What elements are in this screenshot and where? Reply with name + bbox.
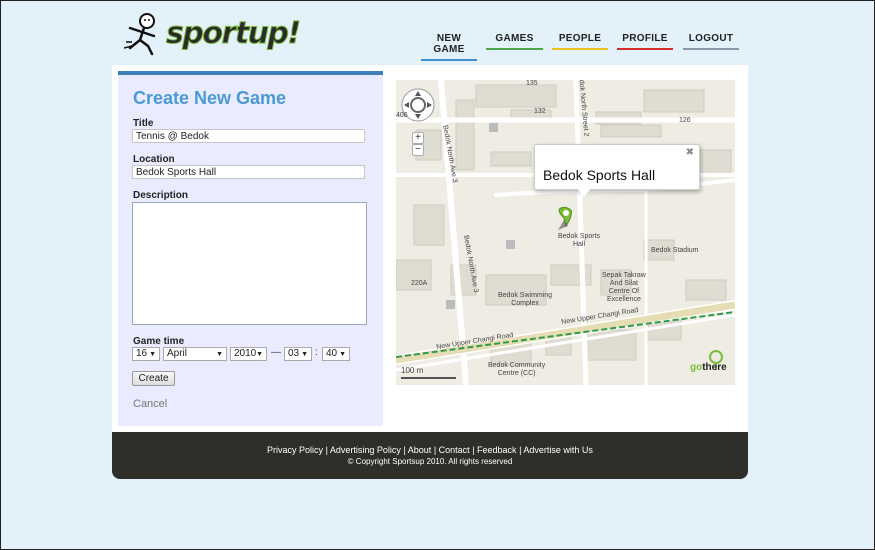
nav-games[interactable]: GAMES: [486, 33, 543, 50]
page-title: Create New Game: [133, 88, 287, 108]
map-label-community: Bedok Community Centre (CC): [488, 362, 546, 377]
hour-select[interactable]: 03 ▼: [284, 347, 312, 361]
chevron-down-icon: ▼: [301, 351, 308, 358]
footer-links: Privacy Policy | Advertising Policy | Ab…: [112, 445, 748, 455]
map-label-132: 132: [534, 108, 546, 115]
gothere-logo: gothere: [690, 362, 727, 373]
popup-title: Bedok Sports Hall: [543, 167, 656, 183]
minute-select[interactable]: 40 ▼: [322, 347, 350, 361]
date-time-separator: —: [271, 347, 281, 358]
cancel-link[interactable]: Cancel: [133, 398, 167, 410]
map-scale-label: 100 m: [401, 366, 424, 375]
minute-value: 40: [326, 348, 338, 359]
footer: Privacy Policy | Advertising Policy | Ab…: [112, 432, 748, 479]
footer-sep: |: [323, 445, 330, 455]
day-select[interactable]: 16 ▼: [132, 347, 160, 361]
map-label-sepak-takraw: Sepak Takraw And Silat Centre Of Excelle…: [602, 272, 646, 303]
create-button[interactable]: Create: [132, 371, 175, 386]
map-view[interactable]: + − 135 132 406 126 220A Bedok Sports Ha…: [396, 80, 735, 385]
zoom-out-button[interactable]: −: [412, 144, 424, 156]
description-label: Description: [133, 190, 189, 201]
map-label-stadium: Bedok Stadium: [651, 247, 699, 254]
map-label-135: 135: [526, 80, 538, 87]
nav-logout[interactable]: LOGOUT: [683, 33, 739, 50]
title-input[interactable]: [132, 129, 365, 143]
zoom-in-button[interactable]: +: [412, 132, 424, 144]
day-value: 16: [136, 348, 148, 359]
map-label-swimming: Bedok Swimming Complex: [498, 292, 553, 307]
hour-value: 03: [288, 348, 300, 359]
map-label-406: 406: [396, 112, 408, 119]
popup-pointer: [576, 187, 592, 197]
chevron-down-icon: ▼: [339, 351, 346, 358]
month-select[interactable]: April ▼: [163, 347, 227, 361]
map-label-220a: 220A: [411, 280, 428, 287]
gothere-there-text: there: [702, 362, 727, 373]
nav-people[interactable]: PEOPLE: [552, 33, 608, 50]
map-label-126: 126: [679, 117, 691, 124]
time-separator: :: [315, 347, 318, 358]
footer-sep: |: [400, 445, 408, 455]
description-textarea[interactable]: [132, 202, 367, 325]
year-value: 2010: [234, 348, 257, 359]
nav-new-game[interactable]: NEW GAME: [421, 33, 477, 61]
gothere-go-text: go: [690, 362, 703, 373]
footer-link-advertise[interactable]: Advertise with Us: [523, 445, 593, 455]
main-nav: NEW GAME GAMES PEOPLE PROFILE LOGOUT: [0, 33, 875, 61]
chevron-down-icon: ▼: [256, 351, 263, 358]
location-label: Location: [133, 154, 175, 165]
footer-link-feedback[interactable]: Feedback: [477, 445, 517, 455]
footer-link-about[interactable]: About: [408, 445, 432, 455]
footer-sep: |: [469, 445, 478, 455]
title-label: Title: [133, 118, 154, 129]
map-label-sports-hall: Bedok Sports Hall: [558, 233, 601, 248]
footer-sep: |: [431, 445, 439, 455]
chevron-down-icon: ▼: [149, 351, 156, 358]
footer-link-contact[interactable]: Contact: [439, 445, 470, 455]
copyright: © Copyright Sportsup 2010. All rights re…: [347, 457, 513, 466]
chevron-down-icon: ▼: [216, 351, 223, 358]
footer-link-advertising-policy[interactable]: Advertising Policy: [330, 445, 401, 455]
footer-link-privacy[interactable]: Privacy Policy: [267, 445, 323, 455]
game-time-label: Game time: [133, 336, 185, 347]
close-icon[interactable]: ✖: [686, 147, 694, 158]
year-select[interactable]: 2010 ▼: [230, 347, 267, 361]
month-value: April: [167, 348, 188, 359]
location-input[interactable]: [132, 165, 365, 179]
map-info-popup: ✖ Bedok Sports Hall: [534, 144, 700, 190]
nav-profile[interactable]: PROFILE: [617, 33, 673, 50]
